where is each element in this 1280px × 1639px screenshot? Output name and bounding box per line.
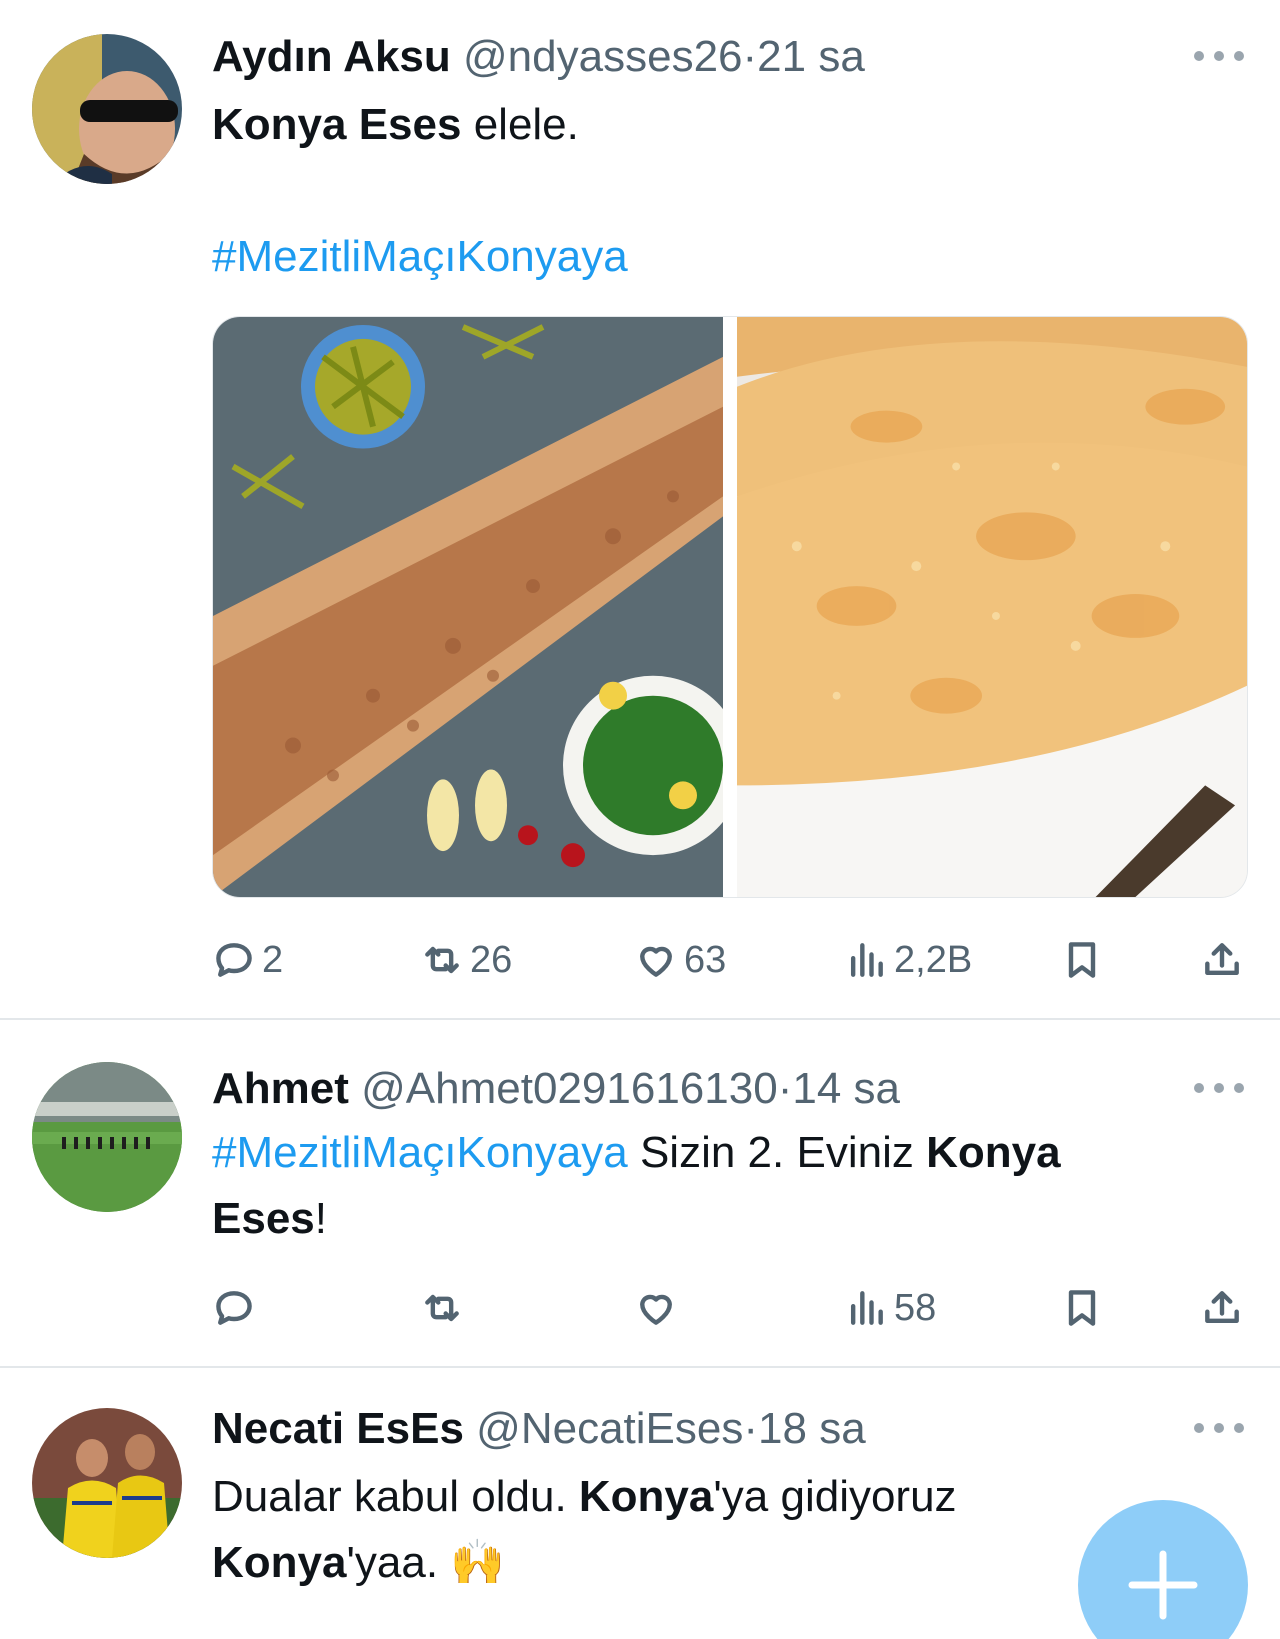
bookmark-icon xyxy=(1068,1290,1096,1326)
views-count: 2,2B xyxy=(894,938,973,981)
tweet-header: Aydın Aksu @ndyasses26·21 sa xyxy=(212,30,1170,84)
reply-count: 2 xyxy=(262,938,284,981)
more-icon[interactable] xyxy=(1194,1078,1244,1098)
media-grid[interactable] xyxy=(212,316,1248,898)
tweet-actions: 58 xyxy=(212,1280,1242,1336)
tweet-text: Konya Eses elele. xyxy=(212,92,1220,158)
views-button[interactable]: 2,2B xyxy=(844,932,972,988)
avatar[interactable] xyxy=(32,1062,182,1212)
raised-hands-emoji: 🙌 xyxy=(450,1537,506,1588)
share-button[interactable] xyxy=(1200,1280,1244,1336)
author-handle[interactable]: @Ahmet0291616130 xyxy=(361,1064,778,1113)
tweet-2[interactable]: Ahmet @Ahmet0291616130·14 sa #MezitliMaç… xyxy=(0,1020,1280,1364)
tweet-actions: 2 26 63 2,2B xyxy=(212,932,1242,988)
views-button[interactable]: 58 xyxy=(844,1280,936,1336)
compose-plus-icon xyxy=(1128,1550,1198,1620)
like-icon xyxy=(640,946,672,977)
author-name[interactable]: Necati EsEs xyxy=(212,1404,464,1453)
separator-dot: · xyxy=(743,1404,759,1453)
retweet-count: 26 xyxy=(470,938,513,981)
media-image-cigborek[interactable] xyxy=(737,317,1247,897)
like-button[interactable]: 63 xyxy=(634,932,726,988)
text-bold: Eses xyxy=(212,1194,315,1243)
text-bold: Konya Eses xyxy=(212,100,462,149)
hashtag-link[interactable]: #MezitliMaçıKonyaya xyxy=(212,232,628,281)
like-icon xyxy=(640,1294,672,1325)
tweet-header: Ahmet @Ahmet0291616130·14 sa xyxy=(212,1062,1170,1116)
separator-dot: · xyxy=(777,1064,793,1113)
reply-button[interactable]: 2 xyxy=(212,932,283,988)
like-count: 63 xyxy=(684,938,727,981)
text-plain: ! xyxy=(314,1194,327,1243)
author-handle[interactable]: @NecatiEses xyxy=(476,1404,743,1453)
text-plain: elele. xyxy=(461,100,579,149)
views-icon xyxy=(850,943,883,977)
author-name[interactable]: Ahmet xyxy=(212,1064,349,1113)
text-bold: Konya xyxy=(926,1128,1061,1177)
reply-icon xyxy=(216,1291,252,1325)
author-handle[interactable]: @ndyasses26 xyxy=(463,32,743,81)
tweet-text: Dualar kabul oldu. Konya'ya gidiyoruz Kon… xyxy=(212,1464,1080,1596)
views-count: 58 xyxy=(894,1286,937,1329)
media-image-pide[interactable] xyxy=(213,317,723,897)
tweet-1[interactable]: Aydın Aksu @ndyasses26·21 sa Konya Eses … xyxy=(0,0,1280,1018)
retweet-icon xyxy=(425,1294,459,1322)
hashtag-link[interactable]: #MezitliMaçıKonyaya xyxy=(212,1128,628,1177)
share-button[interactable] xyxy=(1200,932,1244,988)
tweet-text: #MezitliMaçıKonyaya Sizin 2. Eviniz Kony… xyxy=(212,1120,1220,1252)
more-icon[interactable] xyxy=(1194,46,1244,66)
timestamp[interactable]: 21 sa xyxy=(757,32,865,81)
bookmark-button[interactable] xyxy=(1060,1280,1104,1336)
timestamp[interactable]: 18 sa xyxy=(758,1404,866,1453)
bookmark-icon xyxy=(1068,942,1096,978)
timestamp[interactable]: 14 sa xyxy=(792,1064,900,1113)
text-bold: Konya xyxy=(578,1472,714,1521)
separator-dot: · xyxy=(742,32,758,81)
text-plain: Dualar kabul oldu. xyxy=(212,1472,579,1521)
avatar[interactable] xyxy=(32,34,182,184)
text-plain: 'ya gidiyoruz xyxy=(713,1472,957,1521)
retweet-icon xyxy=(425,946,459,974)
views-icon xyxy=(850,1291,883,1325)
share-icon xyxy=(1205,1291,1239,1324)
reply-button[interactable] xyxy=(212,1280,256,1336)
author-name[interactable]: Aydın Aksu xyxy=(212,32,451,81)
more-icon[interactable] xyxy=(1194,1418,1244,1438)
retweet-button[interactable]: 26 xyxy=(420,932,512,988)
like-button[interactable] xyxy=(634,1280,678,1336)
avatar[interactable] xyxy=(32,1408,182,1558)
tweet-hashtag-line: #MezitliMaçıKonyaya xyxy=(212,224,1220,290)
text-bold: Konya xyxy=(212,1538,347,1587)
tweet-header: Necati EsEs @NecatiEses·18 sa xyxy=(212,1402,1170,1456)
share-icon xyxy=(1205,943,1239,976)
text-plain: Sizin 2. Eviniz xyxy=(627,1128,927,1177)
bookmark-button[interactable] xyxy=(1060,932,1104,988)
text-plain: 'yaa. xyxy=(346,1538,451,1587)
retweet-button[interactable] xyxy=(420,1280,464,1336)
reply-icon xyxy=(216,943,252,977)
